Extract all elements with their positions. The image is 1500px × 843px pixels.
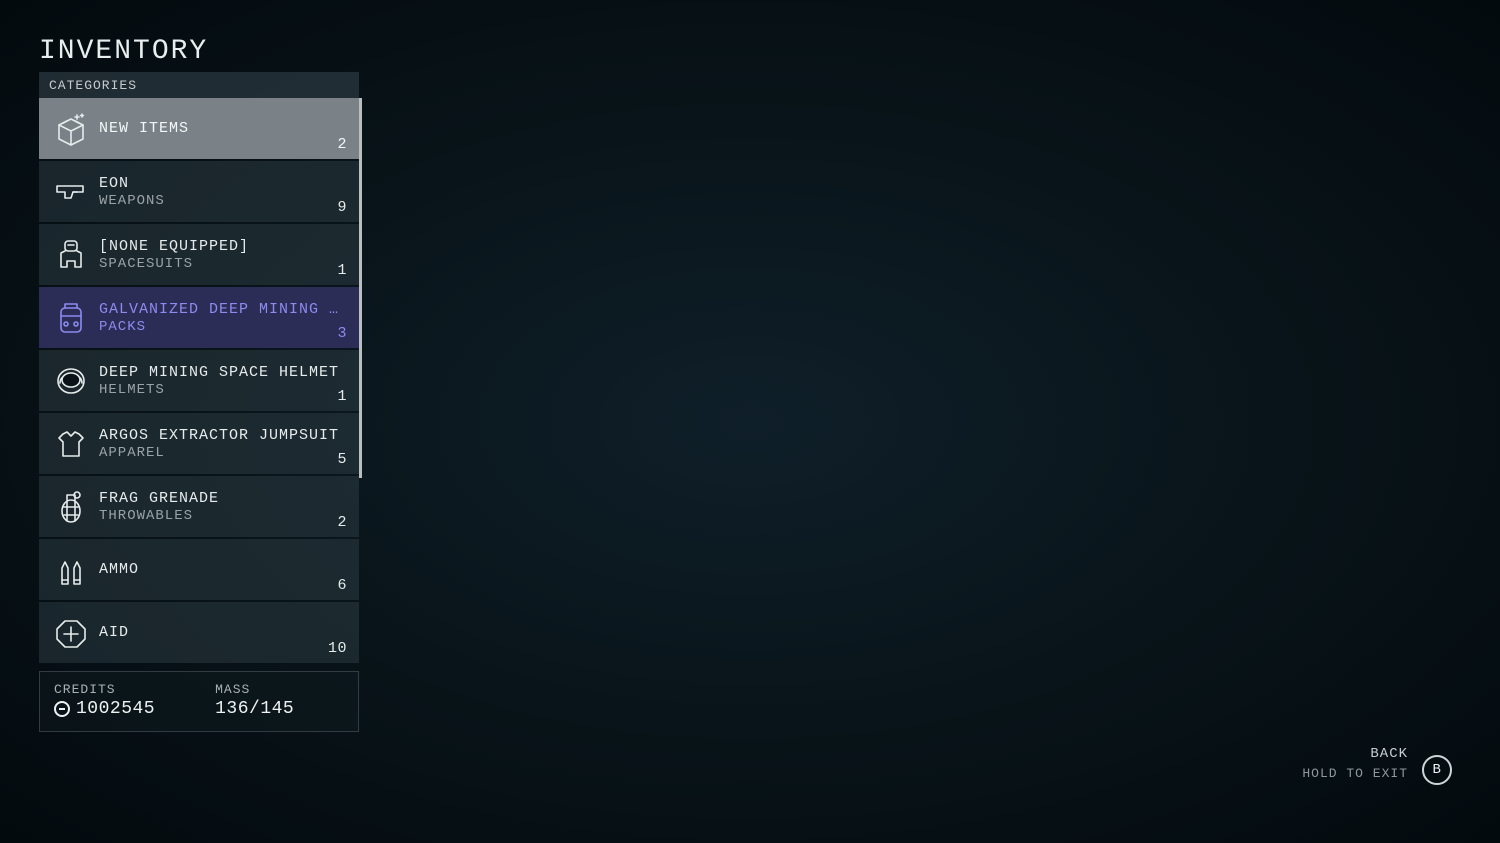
category-count: 5 [337, 451, 347, 468]
category-secondary: WEAPONS [99, 193, 347, 209]
categories-list: NEW ITEMS2EONWEAPONS9[NONE EQUIPPED]SPAC… [39, 98, 359, 663]
mass-block: MASS 136/145 [215, 682, 294, 719]
mass-label: MASS [215, 682, 294, 697]
category-row[interactable]: NEW ITEMS2 [39, 98, 359, 159]
category-count: 2 [337, 136, 347, 153]
stats-bar: CREDITS 1002545 MASS 136/145 [39, 671, 359, 732]
category-row[interactable]: FRAG GRENADETHROWABLES2 [39, 476, 359, 537]
categories-header: CATEGORIES [39, 72, 359, 98]
pistol-icon [49, 174, 93, 210]
category-count: 2 [337, 514, 347, 531]
category-primary: [NONE EQUIPPED] [99, 238, 347, 255]
helmet-icon [49, 363, 93, 399]
category-primary: NEW ITEMS [99, 120, 347, 137]
category-labels: EONWEAPONS [93, 175, 347, 209]
hold-to-exit-label: HOLD TO EXIT [1302, 765, 1408, 783]
category-row[interactable]: GALVANIZED DEEP MINING …PACKS3 [39, 287, 359, 348]
category-primary: DEEP MINING SPACE HELMET [99, 364, 347, 381]
category-count: 9 [337, 199, 347, 216]
category-labels: FRAG GRENADETHROWABLES [93, 490, 347, 524]
category-labels: GALVANIZED DEEP MINING …PACKS [93, 301, 347, 335]
category-secondary: PACKS [99, 319, 347, 335]
category-count: 10 [328, 640, 347, 657]
credits-block: CREDITS 1002545 [54, 682, 155, 719]
credits-value: 1002545 [54, 699, 155, 719]
credits-label: CREDITS [54, 682, 155, 697]
category-labels: ARGOS EXTRACTOR JUMPSUITAPPAREL [93, 427, 347, 461]
category-primary: FRAG GRENADE [99, 490, 347, 507]
scrollbar[interactable] [359, 98, 362, 478]
category-secondary: SPACESUITS [99, 256, 347, 272]
category-row[interactable]: AID10 [39, 602, 359, 663]
category-count: 1 [337, 262, 347, 279]
credits-icon [54, 701, 70, 717]
category-labels: AMMO [93, 561, 347, 578]
category-row[interactable]: EONWEAPONS9 [39, 161, 359, 222]
category-secondary: THROWABLES [99, 508, 347, 524]
category-secondary: HELMETS [99, 382, 347, 398]
category-labels: [NONE EQUIPPED]SPACESUITS [93, 238, 347, 272]
box-sparkle-icon [49, 111, 93, 147]
b-button-icon[interactable]: B [1422, 755, 1452, 785]
grenade-icon [49, 489, 93, 525]
category-row[interactable]: [NONE EQUIPPED]SPACESUITS1 [39, 224, 359, 285]
category-primary: AMMO [99, 561, 347, 578]
category-labels: NEW ITEMS [93, 120, 347, 137]
category-primary: EON [99, 175, 347, 192]
category-secondary: APPAREL [99, 445, 347, 461]
category-labels: DEEP MINING SPACE HELMETHELMETS [93, 364, 347, 398]
category-primary: AID [99, 624, 347, 641]
category-row[interactable]: ARGOS EXTRACTOR JUMPSUITAPPAREL5 [39, 413, 359, 474]
spacesuit-icon [49, 237, 93, 273]
pack-icon [49, 300, 93, 336]
footer-hints: BACK HOLD TO EXIT [1302, 745, 1408, 783]
mass-value: 136/145 [215, 699, 294, 719]
category-primary: GALVANIZED DEEP MINING … [99, 301, 347, 318]
ammo-icon [49, 552, 93, 588]
inventory-panel: CATEGORIES NEW ITEMS2EONWEAPONS9[NONE EQ… [39, 72, 359, 732]
category-count: 1 [337, 388, 347, 405]
category-count: 6 [337, 577, 347, 594]
category-row[interactable]: DEEP MINING SPACE HELMETHELMETS1 [39, 350, 359, 411]
back-label: BACK [1302, 745, 1408, 765]
shirt-icon [49, 426, 93, 462]
page-title: INVENTORY [39, 36, 208, 67]
aid-icon [49, 615, 93, 651]
category-row[interactable]: AMMO6 [39, 539, 359, 600]
category-count: 3 [337, 325, 347, 342]
category-labels: AID [93, 624, 347, 641]
category-primary: ARGOS EXTRACTOR JUMPSUIT [99, 427, 347, 444]
